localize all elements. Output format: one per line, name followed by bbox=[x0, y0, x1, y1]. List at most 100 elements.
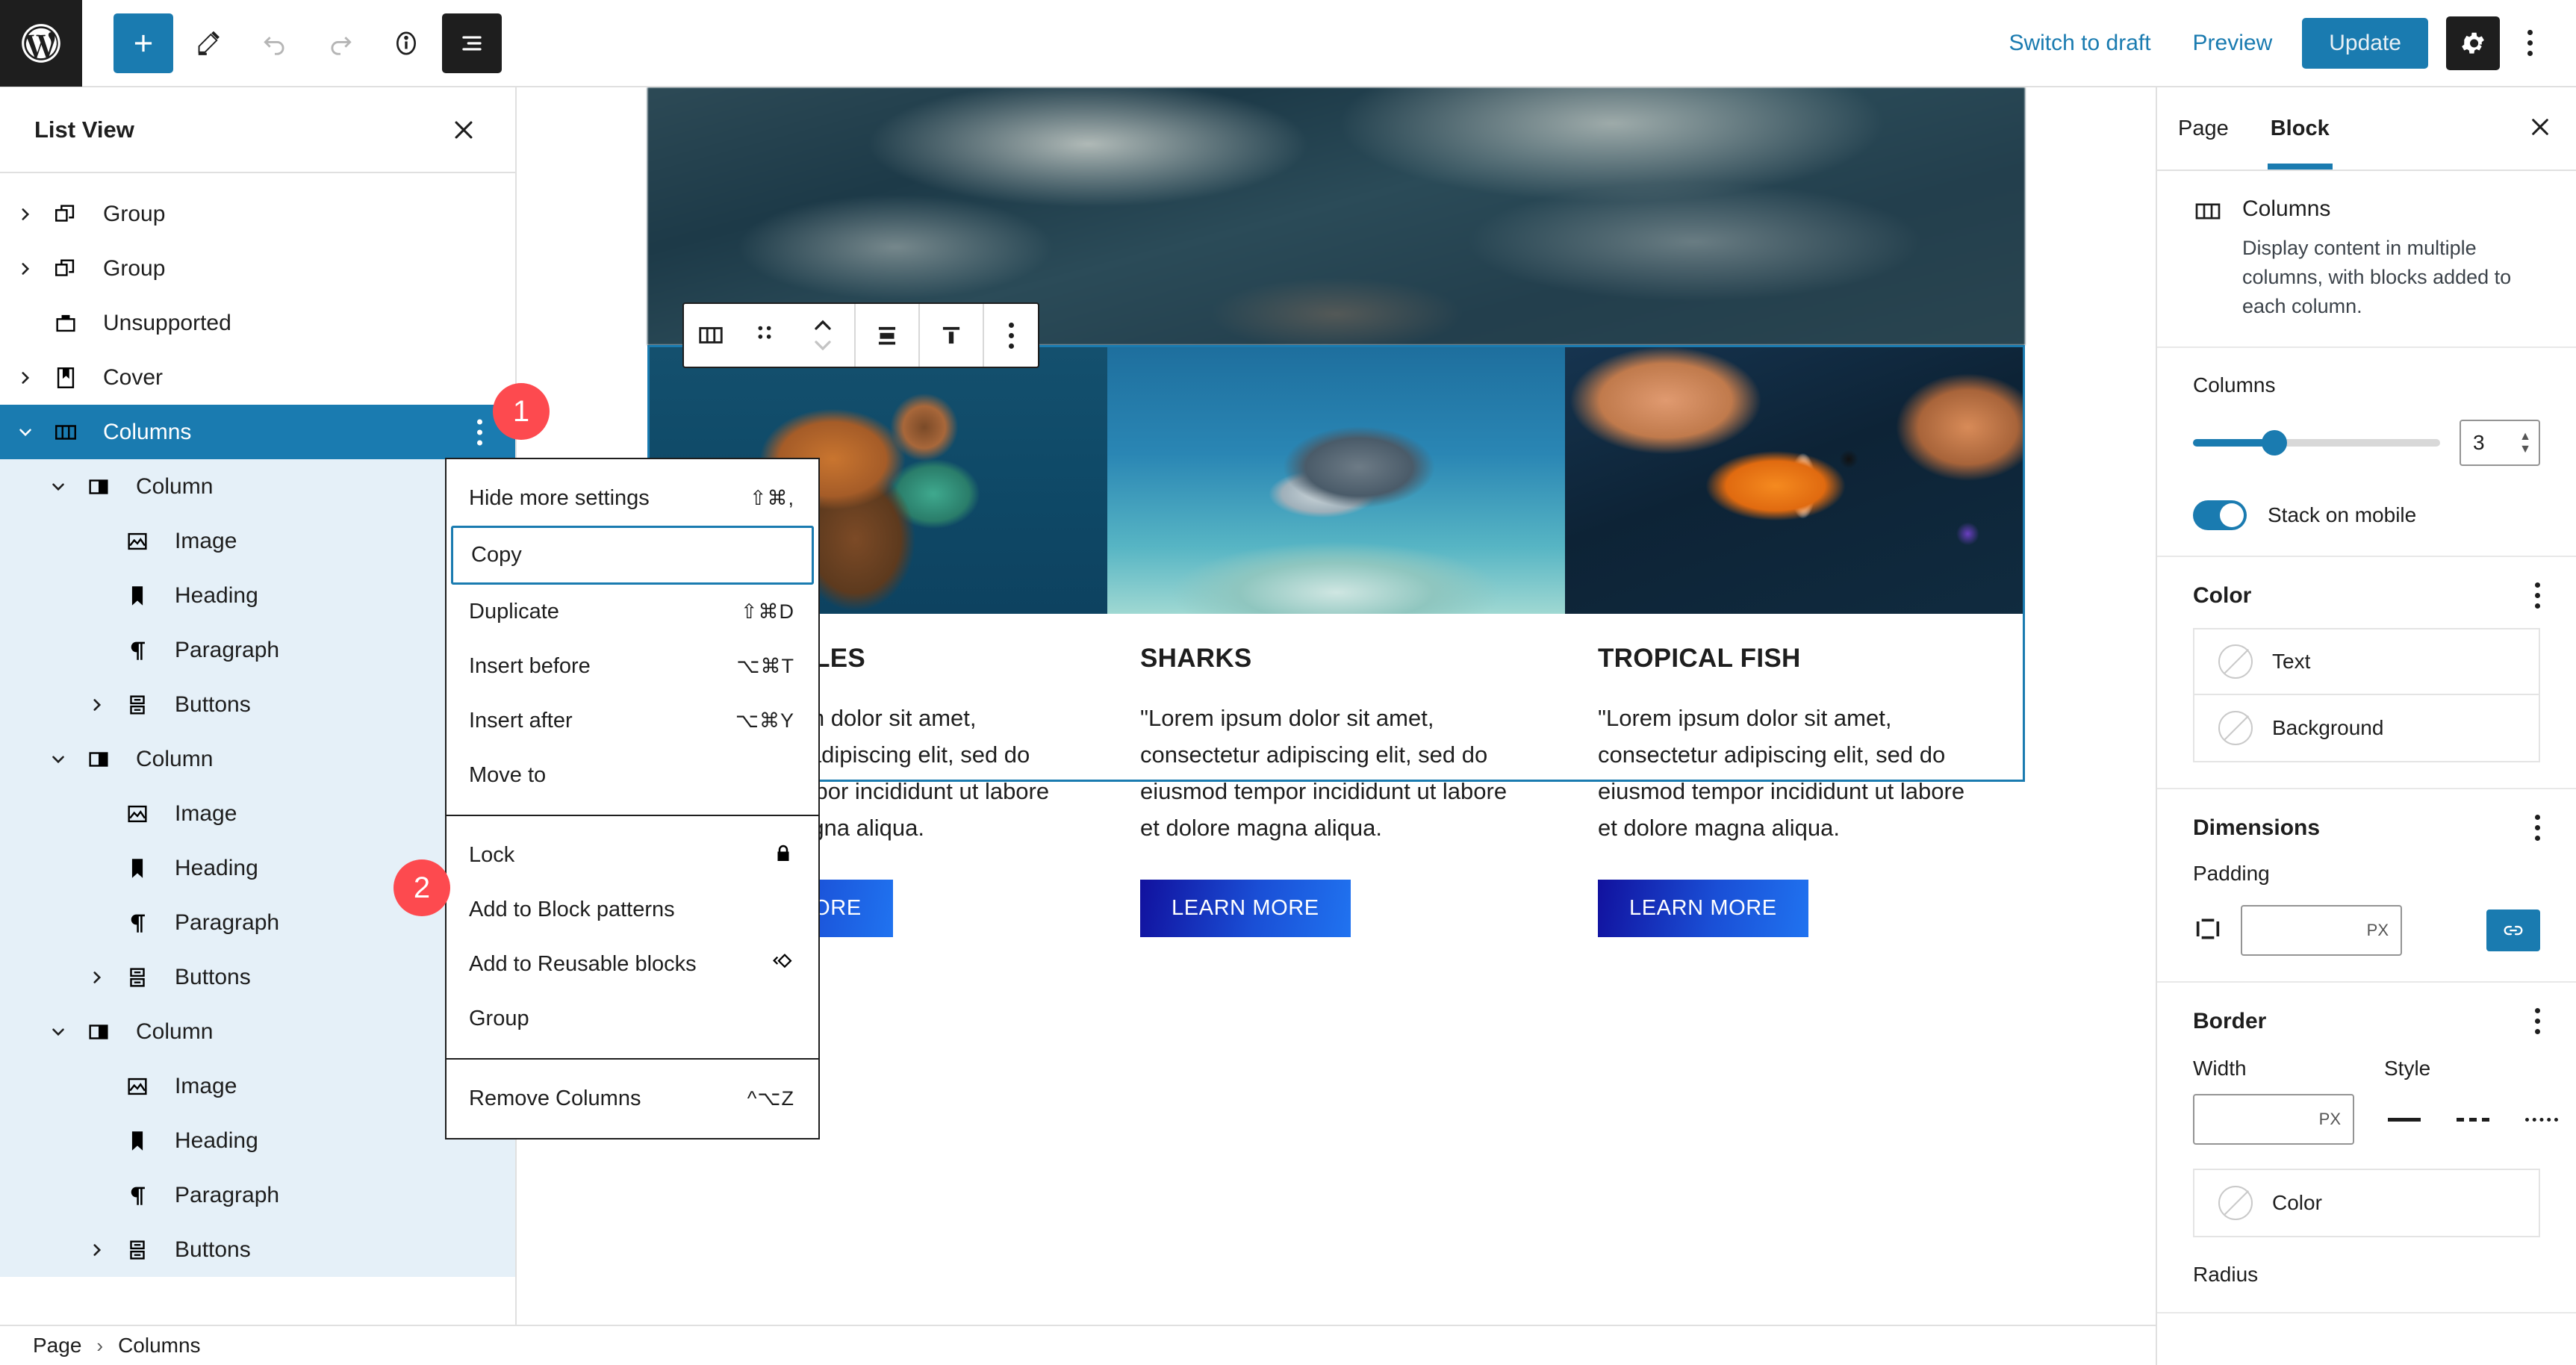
chevron-down-icon[interactable] bbox=[39, 477, 78, 497]
list-view-item-paragraph-8[interactable]: Paragraph bbox=[0, 623, 515, 677]
breadcrumb-item-page[interactable]: Page bbox=[33, 1334, 81, 1358]
column-block-3[interactable]: TROPICAL FISH "Lorem ipsum dolor sit amet… bbox=[1564, 347, 2023, 937]
breadcrumb-item-columns[interactable]: Columns bbox=[118, 1334, 200, 1358]
gear-icon[interactable] bbox=[2446, 16, 2500, 70]
menu-item-add-to-block-patterns[interactable]: Add to Block patterns bbox=[447, 883, 818, 937]
update-button[interactable]: Update bbox=[2302, 17, 2428, 69]
block-options-button[interactable] bbox=[984, 304, 1038, 367]
chevron-down-icon[interactable] bbox=[39, 1022, 78, 1042]
border-color-option[interactable]: Color bbox=[2194, 1170, 2539, 1236]
tools-edit-button[interactable] bbox=[179, 13, 239, 73]
move-up-down-buttons[interactable] bbox=[791, 304, 854, 367]
chevron-right-icon[interactable] bbox=[6, 205, 45, 224]
list-view-item-column-15[interactable]: Column bbox=[0, 1004, 515, 1059]
columns-count-slider[interactable] bbox=[2193, 430, 2440, 456]
block-inserter-button[interactable] bbox=[113, 13, 173, 73]
color-background-option[interactable]: Background bbox=[2194, 695, 2539, 761]
learn-more-button[interactable]: LEARN MORE bbox=[1139, 879, 1351, 937]
link-sides-icon[interactable] bbox=[2486, 910, 2540, 952]
buttons-block-icon bbox=[116, 692, 158, 718]
border-style-dotted-button[interactable] bbox=[2521, 1117, 2562, 1122]
menu-item-group[interactable]: Group bbox=[447, 992, 818, 1046]
list-view-item-label: Heading bbox=[175, 855, 258, 880]
border-style-dashed-button[interactable] bbox=[2453, 1117, 2493, 1122]
list-view-item-buttons-9[interactable]: Buttons bbox=[0, 677, 515, 732]
menu-item-shortcut: ⌥⌘T bbox=[736, 655, 794, 677]
chevron-down-icon[interactable] bbox=[6, 423, 45, 442]
list-view-item-label: Columns bbox=[103, 419, 192, 444]
list-view-item-paragraph-18[interactable]: Paragraph bbox=[0, 1168, 515, 1222]
menu-item-add-to-reusable-blocks[interactable]: Add to Reusable blocks bbox=[447, 937, 818, 992]
close-icon[interactable] bbox=[2528, 115, 2552, 143]
clownfish-image[interactable] bbox=[1564, 347, 2023, 614]
menu-item-hide-more-settings[interactable]: Hide more settings ⇧⌘, bbox=[447, 471, 818, 526]
list-view-item-heading-7[interactable]: Heading bbox=[0, 568, 515, 623]
list-view-item-buttons-14[interactable]: Buttons bbox=[0, 950, 515, 1004]
menu-item-move-to[interactable]: Move to bbox=[447, 748, 818, 803]
slider-knob[interactable] bbox=[2262, 430, 2288, 456]
menu-item-insert-before[interactable]: Insert before ⌥⌘T bbox=[447, 639, 818, 694]
padding-input[interactable]: PX bbox=[2241, 905, 2402, 957]
chevron-right-icon[interactable] bbox=[6, 368, 45, 388]
column-block-icon bbox=[78, 474, 119, 500]
border-width-input[interactable]: PX bbox=[2193, 1094, 2354, 1145]
preview-button[interactable]: Preview bbox=[2172, 31, 2294, 56]
redo-button[interactable] bbox=[311, 13, 370, 73]
tab-block[interactable]: Block bbox=[2250, 87, 2351, 170]
buttons-block-icon bbox=[116, 965, 158, 990]
column-heading[interactable]: TROPICAL FISH bbox=[1598, 644, 1990, 674]
drag-dots-icon[interactable] bbox=[738, 304, 791, 367]
columns-count-input[interactable]: 3 ▲ ▼ bbox=[2460, 420, 2540, 467]
list-view-item-group-1[interactable]: Group bbox=[0, 241, 515, 296]
tab-page[interactable]: Page bbox=[2157, 87, 2250, 170]
menu-item-lock[interactable]: Lock bbox=[447, 828, 818, 883]
list-view-item-group-0[interactable]: Group bbox=[0, 187, 515, 241]
wordpress-logo-icon[interactable] bbox=[0, 0, 82, 87]
quantity-stepper[interactable]: ▲ ▼ bbox=[2519, 430, 2531, 455]
chevron-down-icon[interactable] bbox=[39, 750, 78, 769]
menu-item-insert-after[interactable]: Insert after ⌥⌘Y bbox=[447, 694, 818, 748]
list-view-item-heading-17[interactable]: Heading bbox=[0, 1113, 515, 1168]
dimensions-section-options-button[interactable] bbox=[2535, 815, 2540, 842]
border-style-solid-button[interactable] bbox=[2384, 1117, 2424, 1122]
chevron-right-icon[interactable] bbox=[6, 259, 45, 279]
list-view-item-column-5[interactable]: Column bbox=[0, 459, 515, 514]
stack-on-mobile-toggle[interactable] bbox=[2193, 500, 2247, 531]
undo-button[interactable] bbox=[245, 13, 305, 73]
list-view-item-image-6[interactable]: Image bbox=[0, 514, 515, 568]
menu-item-duplicate[interactable]: Duplicate ⇧⌘D bbox=[447, 585, 818, 639]
list-view-item-cover-3[interactable]: Cover bbox=[0, 350, 515, 405]
list-view-button[interactable] bbox=[442, 13, 502, 73]
list-view-item-image-16[interactable]: Image bbox=[0, 1059, 515, 1113]
column-block-icon bbox=[78, 1019, 119, 1045]
list-view-item-columns-4[interactable]: Columns bbox=[0, 405, 515, 459]
column-paragraph[interactable]: "Lorem ipsum dolor sit amet, consectetur… bbox=[1598, 700, 1990, 847]
list-view-item-column-10[interactable]: Column bbox=[0, 732, 515, 786]
menu-item-remove-columns[interactable]: Remove Columns ^⌥Z bbox=[447, 1072, 818, 1126]
details-button[interactable] bbox=[376, 13, 436, 73]
learn-more-button[interactable]: LEARN MORE bbox=[1597, 879, 1808, 937]
menu-item-copy[interactable]: Copy bbox=[451, 526, 814, 585]
column-heading[interactable]: SHARKS bbox=[1140, 644, 1532, 674]
color-section-options-button[interactable] bbox=[2535, 582, 2540, 609]
close-icon[interactable] bbox=[445, 111, 482, 149]
shark-image[interactable] bbox=[1107, 347, 1565, 614]
switch-to-draft-button[interactable]: Switch to draft bbox=[1988, 31, 2171, 56]
column-paragraph[interactable]: "Lorem ipsum dolor sit amet, consectetur… bbox=[1140, 700, 1532, 847]
list-view-item-unsupported-2[interactable]: Unsupported bbox=[0, 296, 515, 350]
block-type-columns-button[interactable] bbox=[684, 304, 738, 367]
columns-block[interactable]: SEA TURTLES"Lorem ipsum dolor sit amet, … bbox=[647, 345, 2025, 937]
color-text-option[interactable]: Text bbox=[2194, 629, 2539, 696]
kebab-menu-icon[interactable] bbox=[2509, 16, 2551, 70]
column-block-2[interactable]: SHARKS "Lorem ipsum dolor sit amet, conse… bbox=[1107, 347, 1565, 937]
chevron-right-icon[interactable] bbox=[78, 695, 116, 715]
list-view-item-buttons-19[interactable]: Buttons bbox=[0, 1222, 515, 1277]
list-view-item-image-11[interactable]: Image bbox=[0, 786, 515, 841]
align-center-icon[interactable] bbox=[856, 304, 918, 367]
border-section-options-button[interactable] bbox=[2535, 1008, 2540, 1035]
chevron-right-icon[interactable] bbox=[78, 1240, 116, 1260]
chevron-right-icon[interactable] bbox=[78, 968, 116, 987]
vertical-align-top-icon[interactable] bbox=[920, 304, 983, 367]
menu-item-shortcut: ⇧⌘, bbox=[749, 487, 794, 509]
list-view-item-options-button[interactable] bbox=[477, 419, 482, 445]
